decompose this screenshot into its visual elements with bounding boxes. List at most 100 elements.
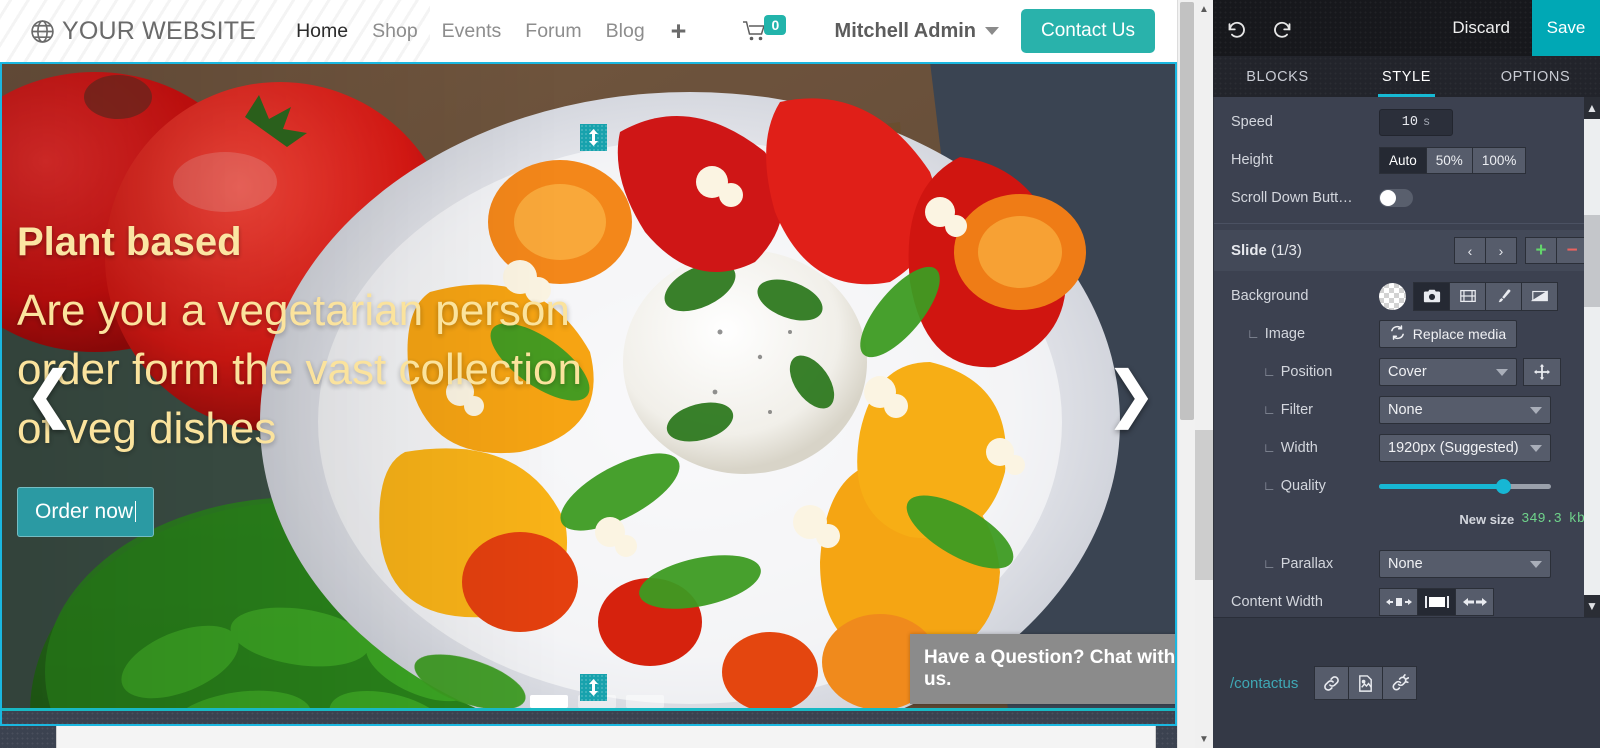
quality-label-text: Quality <box>1280 478 1326 494</box>
resize-vertical-icon <box>589 679 598 696</box>
chevron-down-icon <box>1530 444 1542 452</box>
new-size-row: New size 349.3 kb <box>1214 512 1600 527</box>
height-option-50[interactable]: 50% <box>1425 146 1473 174</box>
preview-bottom-content-area <box>56 725 1156 748</box>
discard-button[interactable]: Discard <box>1430 0 1532 56</box>
parallax-select[interactable]: None <box>1379 550 1551 578</box>
full-icon[interactable] <box>1455 588 1494 616</box>
hero-carousel[interactable]: Plant based Are you a vegetarian person … <box>0 62 1195 726</box>
panel-scroll-down-icon[interactable]: ▼ <box>1584 595 1600 617</box>
height-option-100[interactable]: 100% <box>1471 146 1527 174</box>
option-row-position: ∟ Position Cover <box>1214 353 1600 391</box>
new-size-unit: kb <box>1568 512 1585 527</box>
nav-item-shop[interactable]: Shop <box>372 20 418 43</box>
nav-item-home[interactable]: Home <box>296 20 348 43</box>
panel-scrollbar-thumb[interactable] <box>1584 215 1600 307</box>
tab-blocks[interactable]: BLOCKS <box>1213 56 1342 97</box>
quality-slider-knob[interactable] <box>1495 478 1511 494</box>
chevron-down-icon <box>1530 406 1542 414</box>
nav-item-events[interactable]: Events <box>442 20 502 43</box>
speed-input[interactable]: 10 s <box>1379 108 1453 136</box>
slide-prev-button[interactable]: ‹ <box>1454 237 1486 264</box>
hero-subtitle[interactable]: Are you a vegetarian person order form t… <box>17 282 617 459</box>
option-row-speed: Speed 10 s <box>1214 103 1600 141</box>
narrow-icon[interactable] <box>1379 588 1418 616</box>
nav-item-forum[interactable]: Forum <box>525 20 581 43</box>
slide-next-button[interactable]: › <box>1485 237 1517 264</box>
panel-inner-scrollbar[interactable]: ▲ ▼ <box>1584 97 1600 617</box>
save-button[interactable]: Save <box>1532 0 1600 56</box>
chat-widget-bubble[interactable]: Have a Question? Chat with us. <box>910 634 1195 704</box>
brush-icon[interactable] <box>1485 281 1522 311</box>
hero-resize-handle-top[interactable] <box>580 124 607 151</box>
position-select[interactable]: Cover <box>1379 358 1517 386</box>
image-icon[interactable] <box>1413 281 1450 311</box>
add-page-icon[interactable]: + <box>671 17 687 45</box>
chevron-down-icon <box>1530 560 1542 568</box>
option-row-width: ∟ Width 1920px (Suggested) <box>1214 429 1600 467</box>
color-swatch[interactable] <box>1379 282 1406 310</box>
site-brand[interactable]: YOUR WEBSITE <box>30 17 256 46</box>
scroll-down-icon[interactable]: ▼ <box>1195 730 1213 748</box>
editor-toolbar: Discard Save <box>1213 0 1600 56</box>
position-value: Cover <box>1388 364 1427 380</box>
undo-icon[interactable] <box>1213 0 1259 56</box>
order-now-label: Order now <box>35 499 134 523</box>
resize-vertical-icon <box>589 129 598 146</box>
toggle-knob <box>1380 190 1396 206</box>
cart-button[interactable]: 0 <box>742 15 787 42</box>
order-now-button[interactable]: Order now <box>17 486 155 537</box>
filter-select[interactable]: None <box>1379 396 1551 424</box>
navbar-right: Mitchell Admin Contact Us <box>835 9 1195 53</box>
content-width-button-group <box>1379 588 1494 616</box>
site-navbar: YOUR WEBSITE Home Shop Events Forum Blog… <box>0 0 1195 62</box>
carousel-dot-3[interactable] <box>626 695 664 708</box>
option-row-parallax: ∟ Parallax None <box>1214 545 1600 583</box>
speed-value: 10 <box>1401 114 1418 130</box>
tab-options[interactable]: OPTIONS <box>1471 56 1600 97</box>
browser-vertical-scrollbar[interactable]: ▲ ▼ <box>1195 0 1213 748</box>
height-label: Height <box>1231 152 1273 168</box>
nav-item-blog[interactable]: Blog <box>606 20 645 43</box>
contact-us-button[interactable]: Contact Us <box>1021 9 1155 53</box>
option-row-image: ∟ Image Replace media <box>1214 315 1600 353</box>
user-menu[interactable]: Mitchell Admin <box>834 19 1000 43</box>
link-icon[interactable] <box>1314 666 1350 700</box>
quality-slider[interactable] <box>1379 478 1551 494</box>
width-select[interactable]: 1920px (Suggested) <box>1379 434 1551 462</box>
preview-vertical-scrollbar[interactable] <box>1177 0 1195 748</box>
redo-icon[interactable] <box>1259 0 1305 56</box>
speed-label: Speed <box>1231 114 1273 130</box>
website-editor-panel: Discard Save BLOCKS STYLE OPTIONS Speed … <box>1213 0 1600 748</box>
editor-tabs: BLOCKS STYLE OPTIONS <box>1213 56 1600 97</box>
unlink-icon[interactable] <box>1382 666 1418 700</box>
scroll-down-button-toggle[interactable] <box>1379 189 1413 207</box>
panel-scroll-up-icon[interactable]: ▲ <box>1584 97 1600 119</box>
slide-label: Slide <box>1231 242 1267 259</box>
user-name: Mitchell Admin <box>834 19 977 42</box>
height-option-auto[interactable]: Auto <box>1379 146 1427 174</box>
footer-button-group <box>1314 666 1418 700</box>
normal-icon[interactable] <box>1417 588 1456 616</box>
carousel-dot-1[interactable] <box>530 695 568 708</box>
quality-label: ∟ Quality <box>1231 478 1379 494</box>
scroll-up-icon[interactable]: ▲ <box>1195 0 1213 18</box>
option-row-filter: ∟ Filter None <box>1214 391 1600 429</box>
tab-style[interactable]: STYLE <box>1342 56 1471 97</box>
video-icon[interactable] <box>1449 281 1486 311</box>
image-file-icon[interactable] <box>1348 666 1384 700</box>
hero-kicker[interactable]: Plant based <box>17 220 617 264</box>
replace-media-button[interactable]: Replace media <box>1379 320 1517 348</box>
browser-scrollbar-thumb[interactable] <box>1195 430 1213 580</box>
shape-icon[interactable] <box>1521 281 1558 311</box>
option-row-quality: ∟ Quality <box>1214 467 1600 505</box>
hero-resize-handle-bottom[interactable] <box>580 674 607 701</box>
move-icon[interactable] <box>1523 358 1561 386</box>
tree-branch-marker: ∟ <box>1263 440 1276 455</box>
carousel-prev-arrow[interactable]: ❮ <box>24 363 76 425</box>
page-url-link[interactable]: /contactus <box>1230 675 1298 692</box>
slide-add-button[interactable]: + <box>1525 237 1557 264</box>
preview-scrollbar-thumb[interactable] <box>1180 2 1194 420</box>
image-label: ∟ Image <box>1231 326 1379 342</box>
carousel-next-arrow[interactable]: ❯ <box>1105 363 1157 425</box>
